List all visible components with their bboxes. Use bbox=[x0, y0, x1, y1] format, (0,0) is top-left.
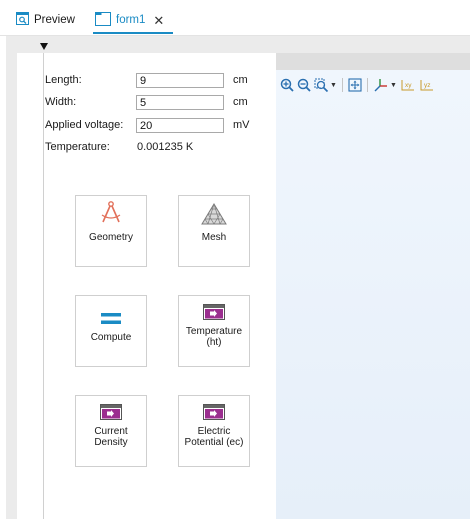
form-icon bbox=[95, 11, 111, 29]
electric-potential-plot-button-label: Electric Potential (ec) bbox=[184, 426, 244, 448]
yz-view-button[interactable]: yz bbox=[419, 76, 433, 94]
compute-button-label: Compute bbox=[90, 332, 132, 343]
column-marker-icon[interactable] bbox=[40, 43, 48, 50]
xy-view-icon: xy bbox=[401, 80, 414, 91]
tab-preview[interactable]: Preview bbox=[16, 8, 75, 32]
temperature-plot-button[interactable]: Temperature (ht) bbox=[178, 295, 250, 367]
temperature-label: Temperature: bbox=[45, 141, 110, 153]
chevron-down-icon[interactable]: ▼ bbox=[390, 82, 397, 89]
zoom-in-button[interactable] bbox=[280, 76, 294, 94]
current-density-plot-button[interactable]: Current Density bbox=[75, 395, 147, 467]
graphics-toolbar: ▼ ▼ xy yz bbox=[276, 74, 470, 96]
active-tab-indicator bbox=[93, 32, 173, 34]
geometry-compass-icon bbox=[99, 196, 123, 226]
length-label: Length: bbox=[45, 74, 82, 86]
applied-voltage-input[interactable] bbox=[136, 118, 224, 133]
applied-voltage-label: Applied voltage: bbox=[45, 119, 124, 131]
preview-icon bbox=[16, 12, 29, 28]
zoom-extents-button[interactable] bbox=[348, 76, 362, 94]
width-input[interactable] bbox=[136, 95, 224, 110]
zoom-out-button[interactable] bbox=[297, 76, 311, 94]
temperature-plot-button-label: Temperature (ht) bbox=[185, 326, 243, 348]
compute-button[interactable]: Compute bbox=[75, 295, 147, 367]
applied-voltage-unit: mV bbox=[233, 119, 250, 131]
zoom-out-icon bbox=[297, 78, 311, 92]
axes-orientation-button[interactable]: ▼ bbox=[373, 76, 397, 94]
length-unit: cm bbox=[233, 74, 248, 86]
editor-tab-bar: Preview form1 ✕ bbox=[0, 0, 470, 36]
zoom-extents-icon bbox=[348, 78, 362, 92]
axes-orientation-icon bbox=[374, 79, 387, 92]
vertical-ruler bbox=[6, 36, 17, 519]
geometry-button[interactable]: Geometry bbox=[75, 195, 147, 267]
mesh-button[interactable]: Mesh bbox=[178, 195, 250, 267]
close-tab-icon[interactable]: ✕ bbox=[153, 14, 164, 27]
plot-window-icon bbox=[203, 396, 225, 420]
graphics-window[interactable] bbox=[276, 70, 470, 519]
electric-potential-plot-button[interactable]: Electric Potential (ec) bbox=[178, 395, 250, 467]
yz-view-label: yz bbox=[424, 82, 431, 89]
zoom-box-button[interactable]: ▼ bbox=[314, 76, 337, 94]
zoom-box-icon bbox=[314, 78, 329, 92]
tab-form1-label: form1 bbox=[116, 14, 146, 26]
width-unit: cm bbox=[233, 96, 248, 108]
tab-form1[interactable]: form1 ✕ bbox=[95, 8, 168, 32]
plot-window-icon bbox=[100, 396, 122, 420]
chevron-down-icon[interactable]: ▼ bbox=[330, 82, 337, 89]
length-input[interactable] bbox=[136, 73, 224, 88]
temperature-value: 0.001235 K bbox=[137, 141, 194, 153]
toolbar-separator bbox=[341, 78, 343, 92]
mesh-button-label: Mesh bbox=[201, 232, 227, 243]
toolbar-separator bbox=[366, 78, 368, 92]
equals-icon bbox=[100, 296, 122, 326]
xy-view-label: xy bbox=[405, 82, 412, 89]
xy-view-button[interactable]: xy bbox=[400, 76, 416, 94]
plot-window-icon bbox=[203, 296, 225, 320]
horizontal-ruler bbox=[6, 36, 470, 53]
current-density-plot-button-label: Current Density bbox=[94, 426, 128, 448]
geometry-button-label: Geometry bbox=[89, 232, 133, 243]
tab-preview-label: Preview bbox=[34, 14, 75, 26]
yz-view-icon: yz bbox=[420, 80, 433, 91]
grid-guide-line bbox=[43, 53, 44, 519]
zoom-in-icon bbox=[280, 78, 294, 92]
mesh-triangle-icon bbox=[200, 196, 228, 226]
width-label: Width: bbox=[45, 96, 77, 108]
